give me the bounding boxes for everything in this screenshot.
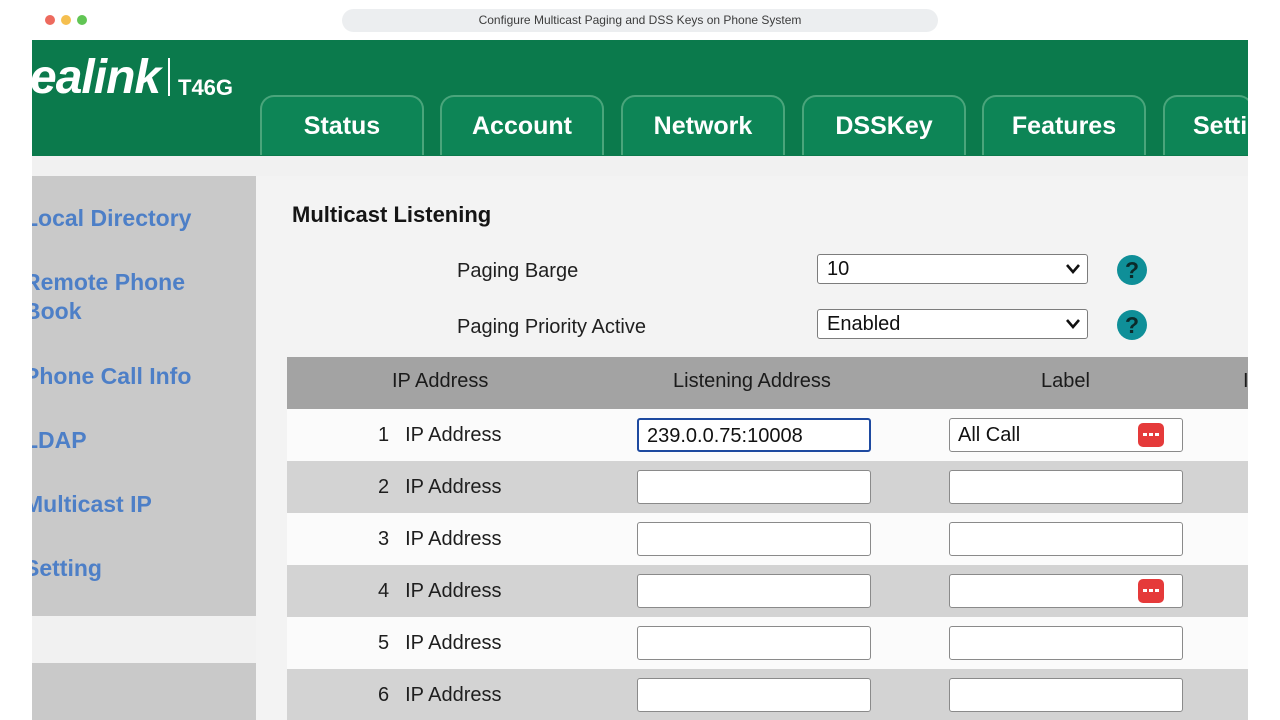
sidebar-item-label: Remote Phone (32, 269, 186, 295)
channel-label-input[interactable] (949, 522, 1183, 556)
close-window-icon[interactable] (45, 15, 55, 25)
channel-label-input[interactable] (949, 678, 1183, 712)
sidebar-active-highlight (32, 616, 272, 663)
column-header-listening-address: Listening Address (673, 370, 831, 392)
channel-label-input[interactable]: All Call (949, 418, 1183, 452)
row-number: 4 (378, 580, 390, 602)
password-manager-icon[interactable] (1138, 423, 1164, 447)
channel-label-input[interactable] (949, 626, 1183, 660)
sidebar-item-setting[interactable]: Setting (32, 554, 102, 583)
chevron-down-icon (1066, 264, 1080, 274)
window-titlebar: Configure Multicast Paging and DSS Keys … (0, 0, 1280, 40)
channel-label-value: All Call (958, 424, 1021, 446)
tab-settings[interactable]: Setti (1163, 95, 1248, 155)
sidebar-item-multicast-ip[interactable]: Multicast IP (32, 490, 152, 519)
sidebar-item-phone-call-info[interactable]: Phone Call Info (32, 362, 191, 391)
model-name: T46G (178, 75, 234, 100)
row-label-text: IP Address (405, 476, 502, 498)
table-row: 5 IP Address (287, 617, 1248, 669)
minimize-window-icon[interactable] (61, 15, 71, 25)
sidebar-item-label: Phone Call Info (32, 363, 192, 389)
paging-barge-select[interactable]: 10 (817, 254, 1088, 284)
brand-logo: ealink (32, 51, 161, 104)
row-label: 4 IP Address (378, 580, 501, 603)
column-header-label: Label (1041, 370, 1090, 392)
tab-dsskey[interactable]: DSSKey (802, 95, 966, 155)
sidebar-item-label: Local Directory (32, 205, 192, 231)
column-header-ip-address: IP Address (392, 370, 489, 392)
paging-barge-label: Paging Barge (457, 260, 579, 282)
paging-priority-value: Enabled (827, 313, 901, 335)
section-title: Multicast Listening (292, 202, 492, 227)
sidebar-item-ldap[interactable]: LDAP (32, 426, 87, 455)
tab-status[interactable]: Status (260, 95, 424, 155)
channel-label-input[interactable] (949, 470, 1183, 504)
table-row: 6 IP Address (287, 669, 1248, 720)
table-row: 3 IP Address (287, 513, 1248, 565)
main-content: Multicast Listening Paging Barge 10 ? Pa… (256, 176, 1248, 720)
row-label: 6 IP Address (378, 684, 501, 707)
listening-address-value: 239.0.0.75:10008 (647, 425, 803, 447)
row-label: 1 IP Address (378, 424, 501, 447)
listening-address-input[interactable] (637, 470, 871, 504)
row-label: 5 IP Address (378, 632, 501, 655)
listening-address-input[interactable] (637, 678, 871, 712)
listening-address-input[interactable] (637, 574, 871, 608)
app-header: ealink T46G Status Account Network DSSKe… (32, 40, 1248, 156)
listening-address-input[interactable]: 239.0.0.75:10008 (637, 418, 871, 452)
sidebar-item-label: LDAP (32, 427, 87, 453)
row-label-text: IP Address (405, 580, 502, 602)
row-label: 2 IP Address (378, 476, 501, 499)
row-label: 3 IP Address (378, 528, 501, 551)
tab-account[interactable]: Account (440, 95, 604, 155)
row-number: 5 (378, 632, 390, 654)
tab-network[interactable]: Network (621, 95, 785, 155)
sidebar: Local Directory Remote Phone Book Phone C… (32, 176, 272, 720)
sidebar-item-remote-phone-book[interactable]: Remote Phone Book (32, 268, 185, 326)
app-window: ealink T46G Status Account Network DSSKe… (32, 40, 1248, 720)
sidebar-item-local-directory[interactable]: Local Directory (32, 204, 191, 233)
row-label-text: IP Address (405, 632, 502, 654)
paging-priority-select[interactable]: Enabled (817, 309, 1088, 339)
row-label-text: IP Address (405, 684, 502, 706)
row-number: 6 (378, 684, 390, 706)
password-manager-icon[interactable] (1138, 579, 1164, 603)
row-number: 1 (378, 424, 390, 446)
chevron-down-icon (1066, 319, 1080, 329)
sidebar-item-label: Multicast IP (32, 491, 152, 517)
listening-address-input[interactable] (637, 626, 871, 660)
table-row: 4 IP Address (287, 565, 1248, 617)
listening-address-input[interactable] (637, 522, 871, 556)
table-row: 1 IP Address 239.0.0.75:10008 All Call (287, 409, 1248, 461)
column-header-truncated: I (1243, 370, 1248, 392)
sidebar-item-label: Setting (32, 555, 102, 581)
row-number: 3 (378, 528, 390, 550)
row-number: 2 (378, 476, 390, 498)
channel-label-input[interactable] (949, 574, 1183, 608)
help-icon[interactable]: ? (1117, 255, 1147, 285)
row-label-text: IP Address (405, 424, 502, 446)
logo-divider (168, 58, 170, 96)
sidebar-item-label: Book (32, 298, 82, 324)
table-header: IP Address Listening Address Label I (287, 357, 1248, 409)
table-row: 2 IP Address (287, 461, 1248, 513)
window-title: Configure Multicast Paging and DSS Keys … (342, 9, 938, 32)
tab-features[interactable]: Features (982, 95, 1146, 155)
zoom-window-icon[interactable] (77, 15, 87, 25)
help-icon[interactable]: ? (1117, 310, 1147, 340)
paging-priority-label: Paging Priority Active (457, 316, 646, 338)
paging-barge-value: 10 (827, 258, 850, 280)
row-label-text: IP Address (405, 528, 502, 550)
